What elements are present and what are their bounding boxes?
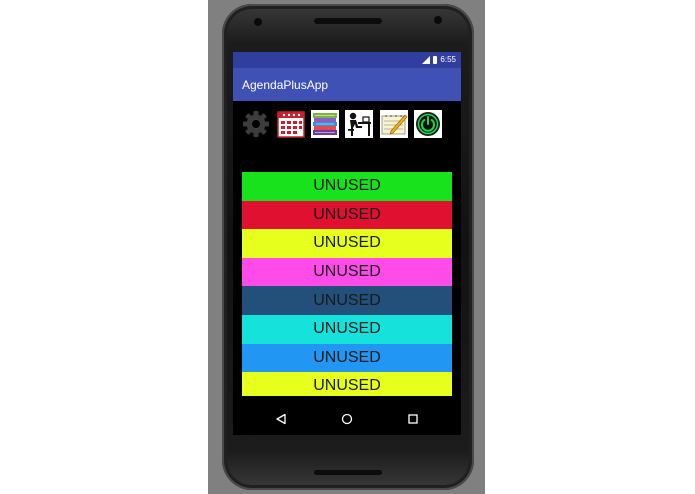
student-button[interactable]: [344, 109, 374, 139]
icon-toolbar: [241, 109, 453, 141]
slot-row[interactable]: UNUSED: [242, 200, 452, 230]
back-button[interactable]: [273, 411, 289, 427]
slot-row[interactable]: UNUSED: [242, 257, 452, 287]
slot-row[interactable]: UNUSED: [242, 314, 452, 344]
slot-row[interactable]: UNUSED: [242, 286, 452, 315]
slot-row[interactable]: UNUSED: [242, 343, 452, 373]
phone-screen: 6:55 AgendaPlusApp UNUSED UNUSED UNUSED …: [233, 52, 461, 435]
settings-button[interactable]: [241, 109, 271, 139]
student-desk-icon: [345, 110, 373, 138]
calendar-button[interactable]: [276, 109, 306, 139]
notepad-pencil-icon: [380, 110, 408, 138]
status-bar: 6:55: [233, 52, 461, 68]
signal-icon: [422, 55, 431, 64]
calendar-icon: [277, 111, 305, 138]
battery-icon: [433, 55, 438, 64]
recents-icon: [408, 414, 418, 424]
books-button[interactable]: [310, 109, 340, 139]
power-icon: [414, 110, 442, 138]
app-bar: AgendaPlusApp: [233, 68, 461, 101]
navigation-bar: [233, 402, 461, 435]
status-time: 6:55: [440, 55, 456, 64]
notes-button[interactable]: [379, 109, 409, 139]
color-slot-list: UNUSED UNUSED UNUSED UNUSED UNUSED UNUSE…: [242, 172, 452, 396]
home-button[interactable]: [339, 411, 355, 427]
home-icon: [341, 413, 353, 425]
recents-button[interactable]: [405, 411, 421, 427]
gear-icon: [243, 111, 269, 137]
front-sensor: [254, 18, 262, 26]
power-button[interactable]: [413, 109, 443, 139]
app-title: AgendaPlusApp: [242, 78, 329, 92]
slot-row[interactable]: UNUSED: [242, 172, 452, 201]
books-icon: [311, 110, 339, 138]
back-icon: [276, 413, 286, 425]
earpiece-speaker: [314, 18, 382, 24]
front-camera: [434, 16, 442, 24]
bottom-speaker: [314, 470, 382, 475]
slot-row[interactable]: UNUSED: [242, 229, 452, 258]
slot-row[interactable]: UNUSED: [242, 372, 452, 396]
